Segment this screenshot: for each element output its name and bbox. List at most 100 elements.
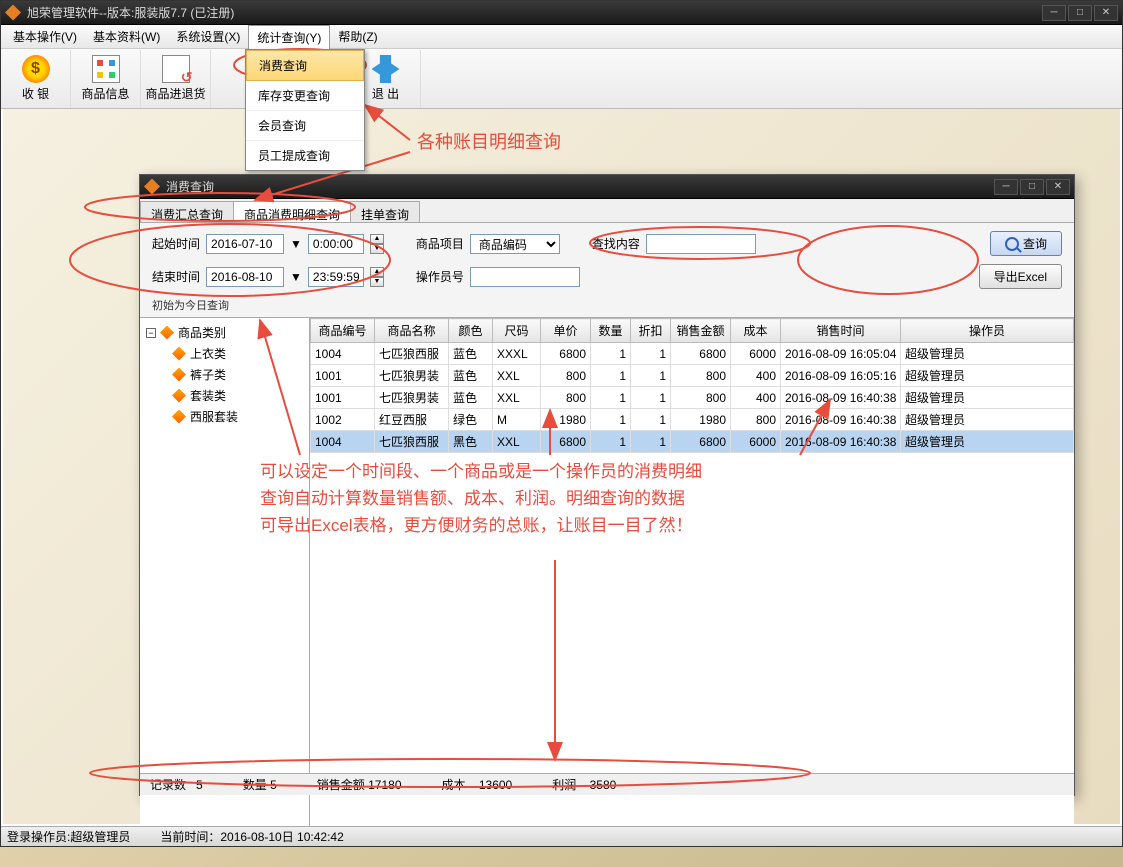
tree-item-western-suits[interactable]: 西服套装 <box>144 406 305 427</box>
menu-stats-query[interactable]: 统计查询(Y) <box>248 25 330 49</box>
col-amount[interactable]: 销售金额 <box>671 319 731 343</box>
toolbar-product-info[interactable]: 商品信息 <box>71 50 141 108</box>
app-icon <box>5 5 21 21</box>
today-hint: 初始为今日查询 <box>152 297 229 313</box>
consume-query-window: 消费查询 ─ □ ✕ 消费汇总查询 商品消费明细查询 挂单查询 起始时间 ▼ <box>139 174 1075 796</box>
menu-basic-data[interactable]: 基本资料(W) <box>85 25 168 48</box>
main-window-controls: ─ □ ✕ <box>1042 5 1118 21</box>
query-button-label: 查询 <box>1023 235 1047 252</box>
toolbar-product-return-label: 商品进退货 <box>145 85 205 102</box>
inner-maximize-button[interactable]: □ <box>1020 179 1044 195</box>
col-cost[interactable]: 成本 <box>731 319 781 343</box>
status-bar: 记录数 5 数量 5 销售金额 17180 成本 13600 利润 3580 <box>140 773 1074 795</box>
start-date-input[interactable] <box>206 234 284 254</box>
dropdown-staff-commission-query[interactable]: 员工提成查询 <box>246 141 364 170</box>
product-item-select[interactable]: 商品编码 <box>470 234 560 254</box>
col-size[interactable]: 尺码 <box>493 319 541 343</box>
col-color[interactable]: 颜色 <box>449 319 493 343</box>
collapse-icon[interactable]: − <box>146 328 156 338</box>
sales-label: 销售金额 <box>317 778 365 792</box>
tab-detail[interactable]: 商品消费明细查询 <box>233 201 351 222</box>
sales-value: 17180 <box>368 778 401 792</box>
dropdown-arrow-icon[interactable]: ▼ <box>290 270 302 284</box>
cost-value: 13600 <box>479 778 512 792</box>
qty-label: 数量 <box>243 778 267 792</box>
menu-help[interactable]: 帮助(Z) <box>330 25 385 48</box>
spin-down[interactable]: ▼ <box>370 244 384 254</box>
menu-system-settings[interactable]: 系统设置(X) <box>168 25 248 48</box>
main-window-title: 旭荣管理软件--版本:服装版7.7 (已注册) <box>27 4 1042 21</box>
inner-minimize-button[interactable]: ─ <box>994 179 1018 195</box>
menu-bar: 基本操作(V) 基本资料(W) 系统设置(X) 统计查询(Y) 帮助(Z) <box>1 25 1122 49</box>
end-time-label: 结束时间 <box>152 268 200 285</box>
qty-value: 5 <box>270 778 277 792</box>
folder-icon <box>172 347 186 361</box>
records-value: 5 <box>196 778 203 792</box>
end-time-input[interactable] <box>308 267 364 287</box>
col-code[interactable]: 商品编号 <box>311 319 375 343</box>
start-time-label: 起始时间 <box>152 235 200 252</box>
tree-item-tops[interactable]: 上衣类 <box>144 343 305 364</box>
col-qty[interactable]: 数量 <box>591 319 631 343</box>
toolbar-cashier-label: 收 银 <box>22 85 49 102</box>
footer-operator: 登录操作员:超级管理员 <box>7 828 130 845</box>
folder-icon <box>172 410 186 424</box>
dropdown-stock-change-query[interactable]: 库存变更查询 <box>246 81 364 111</box>
operator-id-label: 操作员号 <box>416 268 464 285</box>
col-name[interactable]: 商品名称 <box>375 319 449 343</box>
document-return-icon <box>162 55 190 83</box>
query-button[interactable]: 查询 <box>990 231 1062 256</box>
spin-up[interactable]: ▲ <box>370 234 384 244</box>
table-row[interactable]: 1001七匹狼男装蓝色XXL800118004002016-08-09 16:0… <box>311 365 1074 387</box>
cost-label: 成本 <box>442 778 466 792</box>
inner-title-bar: 消费查询 ─ □ ✕ <box>140 175 1074 199</box>
folder-icon <box>172 389 186 403</box>
dropdown-member-query[interactable]: 会员查询 <box>246 111 364 141</box>
inner-window-title: 消费查询 <box>166 178 994 195</box>
col-price[interactable]: 单价 <box>541 319 591 343</box>
table-row[interactable]: 1001七匹狼男装蓝色XXL800118004002016-08-09 16:4… <box>311 387 1074 409</box>
footer-time: 当前时间：2016-08-10日 10:42:42 <box>160 828 343 845</box>
inner-app-icon <box>144 179 160 195</box>
toolbar-product-return[interactable]: 商品进退货 <box>141 50 211 108</box>
profit-value: 3580 <box>590 778 617 792</box>
minimize-button[interactable]: ─ <box>1042 5 1066 21</box>
dropdown-consume-query[interactable]: 消费查询 <box>246 50 364 81</box>
magnifier-icon <box>1005 237 1019 251</box>
col-disc[interactable]: 折扣 <box>631 319 671 343</box>
maximize-button[interactable]: □ <box>1068 5 1092 21</box>
col-op[interactable]: 操作员 <box>901 319 1074 343</box>
table-row[interactable]: 1002红豆西服绿色M19801119808002016-08-09 16:40… <box>311 409 1074 431</box>
profit-label: 利润 <box>552 778 576 792</box>
tree-root[interactable]: − 商品类别 <box>144 322 305 343</box>
table-row[interactable]: 1004七匹狼西服黑色XXL680011680060002016-08-09 1… <box>311 431 1074 453</box>
tree-item-suits[interactable]: 套装类 <box>144 385 305 406</box>
tree-item-pants[interactable]: 裤子类 <box>144 364 305 385</box>
col-time[interactable]: 销售时间 <box>781 319 901 343</box>
operator-id-input[interactable] <box>470 267 580 287</box>
tab-summary[interactable]: 消费汇总查询 <box>140 201 234 222</box>
main-title-bar: 旭荣管理软件--版本:服装版7.7 (已注册) ─ □ ✕ <box>1 1 1122 25</box>
inner-close-button[interactable]: ✕ <box>1046 179 1070 195</box>
tree-root-label: 商品类别 <box>178 324 226 341</box>
spin-down-end[interactable]: ▼ <box>370 277 384 287</box>
search-content-input[interactable] <box>646 234 756 254</box>
end-date-input[interactable] <box>206 267 284 287</box>
export-excel-button[interactable]: 导出Excel <box>979 264 1062 289</box>
time-spinner-end: ▲ ▼ <box>370 267 384 287</box>
menu-basic-ops[interactable]: 基本操作(V) <box>5 25 85 48</box>
body-split: − 商品类别 上衣类 裤子类 套装类 西服套装 <box>140 317 1074 827</box>
inner-window-controls: ─ □ ✕ <box>994 179 1070 195</box>
table-row[interactable]: 1004七匹狼西服蓝色XXXL680011680060002016-08-09 … <box>311 343 1074 365</box>
spin-up-end[interactable]: ▲ <box>370 267 384 277</box>
toolbar-cashier[interactable]: 收 银 <box>1 50 71 108</box>
toolbar-exit-label: 退 出 <box>372 85 399 102</box>
close-button[interactable]: ✕ <box>1094 5 1118 21</box>
stats-query-dropdown: 消费查询 库存变更查询 会员查询 员工提成查询 <box>245 49 365 171</box>
product-item-label: 商品项目 <box>416 235 464 252</box>
dropdown-arrow-icon[interactable]: ▼ <box>290 237 302 251</box>
data-grid[interactable]: 商品编号 商品名称 颜色 尺码 单价 数量 折扣 销售金额 成本 销售时间 操作… <box>310 318 1074 453</box>
footer-bar: 登录操作员:超级管理员 当前时间：2016-08-10日 10:42:42 <box>1 826 1122 846</box>
tab-pending[interactable]: 挂单查询 <box>350 201 420 222</box>
start-time-input[interactable] <box>308 234 364 254</box>
